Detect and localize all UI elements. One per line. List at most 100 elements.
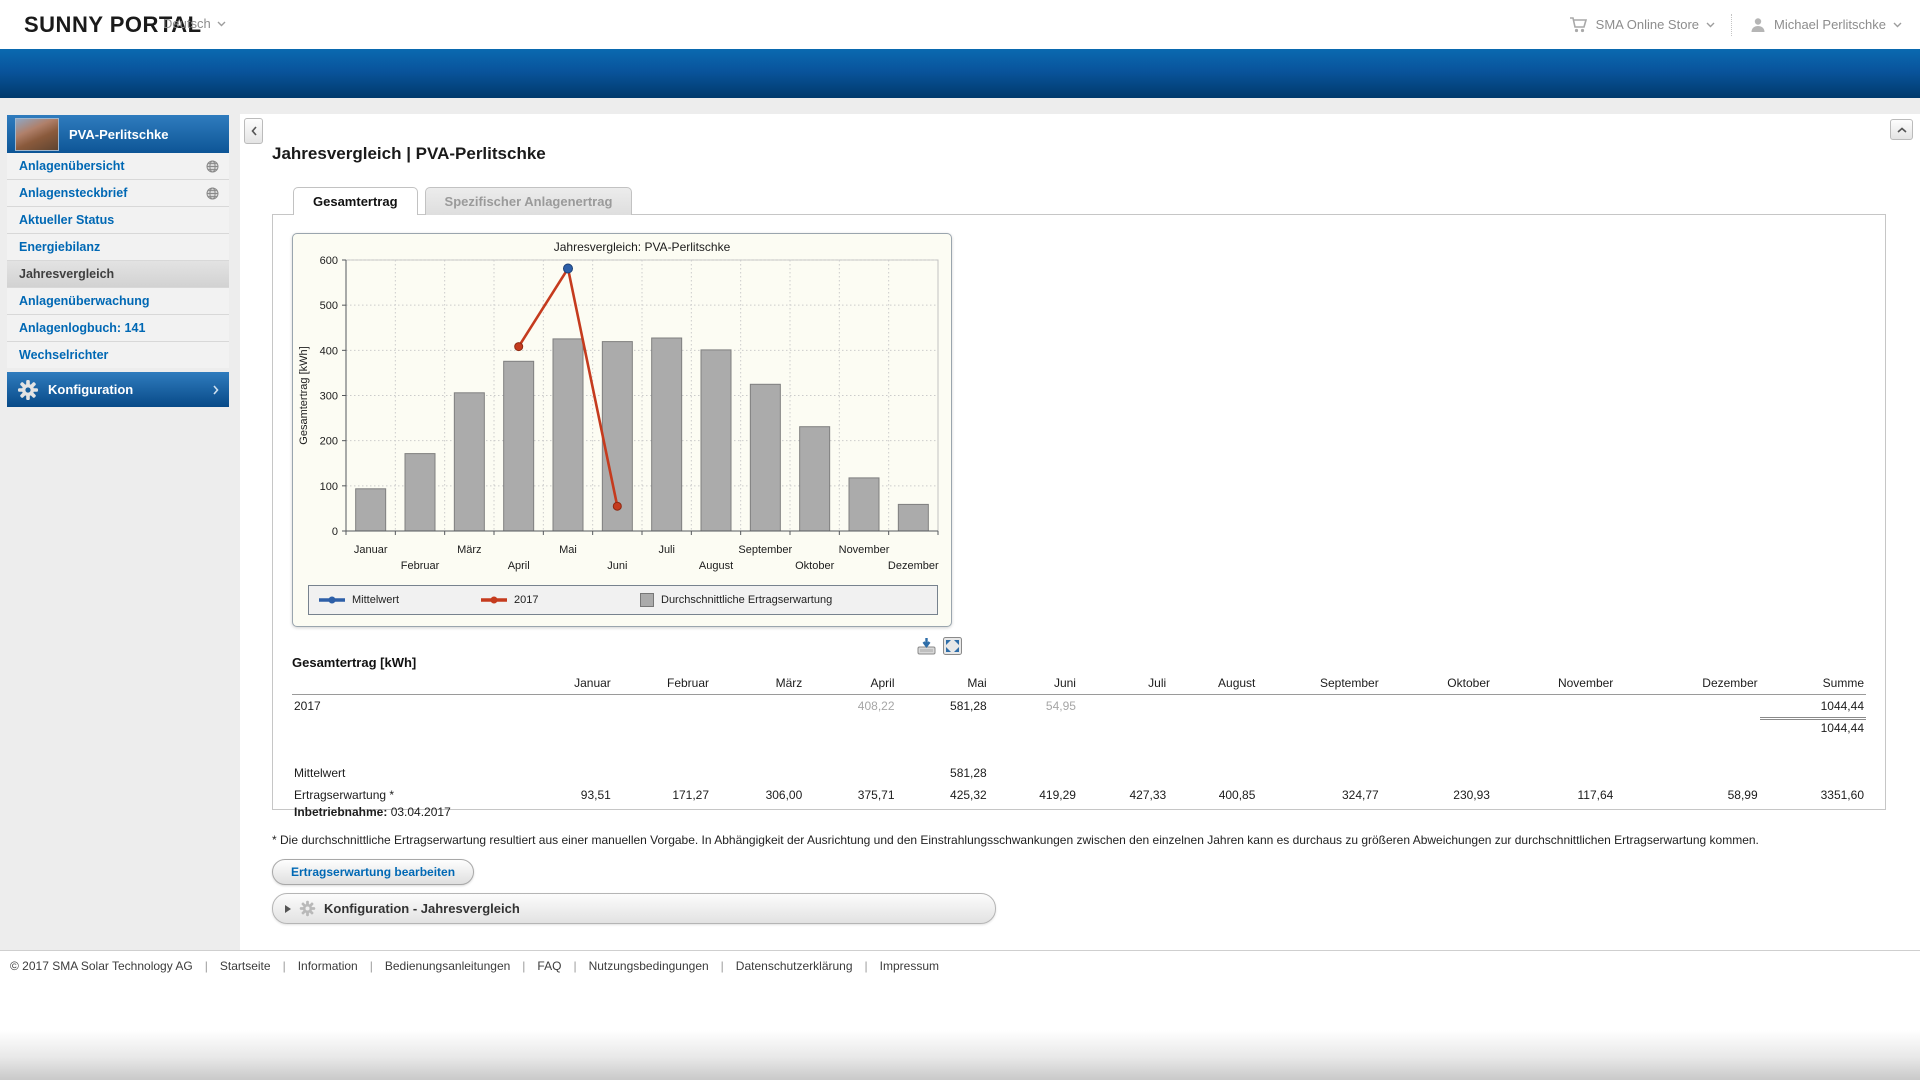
config-panel-toggle[interactable]: Konfiguration - Jahresvergleich [272,893,996,924]
table-row: 2017408,22581,2854,951044,44 [292,695,1866,719]
plant-thumbnail [15,118,59,151]
sidebar-item-aktueller-status[interactable]: Aktueller Status [7,206,229,233]
chevron-down-icon [217,21,226,27]
sidebar-item-anlagenuebersicht[interactable]: Anlagenübersicht [7,153,229,179]
bar-Mai [553,339,583,531]
tab-spezifischer-anlagenertrag[interactable]: Spezifischer Anlagenertrag [425,187,633,215]
table-cell [804,719,896,740]
cart-icon [1569,16,1589,34]
svg-text:100: 100 [320,481,338,493]
bar-Januar [356,489,386,531]
sidebar-item-label: Anlagenübersicht [19,159,206,173]
table-cell: 1044,44 [1760,719,1866,740]
table-cell [1615,719,1759,740]
table-cell [1168,752,1257,784]
collapse-sidebar-button[interactable] [244,118,263,144]
sma-online-store-menu[interactable]: SMA Online Store [1569,16,1715,34]
column-header: Mai [897,673,989,695]
footer-link[interactable]: Bedienungsanleitungen [385,959,510,973]
language-dropdown[interactable]: Deutsch [163,16,226,31]
legend-label: Mittelwert [352,594,399,606]
table-cell [804,752,896,784]
footer-separator: | [721,959,724,973]
sidebar-item-wechselrichter[interactable]: Wechselrichter [7,341,229,368]
user-menu[interactable]: Michael Perlitschke [1749,16,1902,34]
sidebar-item-jahresvergleich[interactable]: Jahresvergleich [7,260,229,287]
tab-gesamtertrag[interactable]: Gesamtertrag [293,187,418,215]
scroll-up-button[interactable] [1890,119,1913,140]
globe-icon [206,187,219,200]
table-cell [1078,719,1168,740]
footer-link[interactable]: Impressum [880,959,939,973]
tab-bar: Gesamtertrag Spezifischer Anlagenertrag [293,187,632,215]
table-row: Mittelwert581,28 [292,752,1866,784]
content-panel: Jahresvergleich | PVA-Perlitschke Gesamt… [240,114,1920,950]
row-label: Ertragserwartung *Inbetriebnahme: 03.04.… [292,784,518,823]
column-header: April [804,673,896,695]
bar-Juli [652,338,682,531]
sidebar-item-konfiguration[interactable]: Konfiguration [7,372,229,407]
table-cell [518,695,613,719]
row-label: Mittelwert [292,752,518,784]
footer-link[interactable]: Startseite [220,959,271,973]
svg-text:Jahresvergleich: PVA-Perlitsch: Jahresvergleich: PVA-Perlitschke [554,240,731,254]
table-cell: 54,95 [989,695,1078,719]
column-header: Dezember [1615,673,1759,695]
chart-legend: Mittelwert2017Durchschnittliche Ertragse… [308,585,938,615]
sidebar-item-anlagenlogbuch[interactable]: Anlagenlogbuch: 141 [7,314,229,341]
row-label: 2017 [292,695,518,719]
table-cell: 58,99 [1615,784,1759,823]
export-chart-icon[interactable] [917,637,936,655]
sidebar-item-anlagensteckbrief[interactable]: Anlagensteckbrief [7,179,229,206]
table-cell [711,695,804,719]
fullscreen-chart-icon[interactable] [943,637,962,655]
bar-März [454,393,484,531]
footer-link[interactable]: Information [298,959,358,973]
sidebar-item-energiebilanz[interactable]: Energiebilanz [7,233,229,260]
column-header: Oktober [1381,673,1492,695]
svg-text:August: August [699,560,733,572]
edit-yield-expectation-button[interactable]: Ertragserwartung bearbeiten [272,859,474,885]
column-header: August [1168,673,1257,695]
expand-arrow-icon [285,905,291,913]
footer-link[interactable]: Datenschutzerklärung [736,959,853,973]
table-cell: 171,27 [613,784,711,823]
table-cell: 419,29 [989,784,1078,823]
legend-bar-swatch [640,593,654,607]
sidebar-item-anlagenueberwachung[interactable]: Anlagenüberwachung [7,287,229,314]
table-cell [1492,719,1615,740]
point-mittelwert [564,264,573,273]
legend-label: 2017 [514,594,538,606]
table-cell [1078,695,1168,719]
sidebar-item-label: Anlagensteckbrief [19,186,206,200]
footer-separator: | [573,959,576,973]
legend-line-swatch [319,595,345,605]
table-cell [1257,719,1380,740]
divider [1731,14,1733,36]
bar-April [504,361,534,531]
table-cell [989,752,1078,784]
table-cell [518,719,613,740]
content-box: Jahresvergleich: PVA-Perlitschke01002003… [272,214,1886,810]
user-icon [1749,16,1767,34]
svg-text:März: März [457,544,481,556]
table-cell [711,752,804,784]
table-cell: 400,85 [1168,784,1257,823]
footer-link[interactable]: FAQ [537,959,561,973]
column-header: November [1492,673,1615,695]
column-header: März [711,673,804,695]
svg-text:September: September [738,544,792,556]
sidebar-plant-header[interactable]: PVA-Perlitschke [7,115,229,153]
svg-text:600: 600 [320,255,338,267]
table-cell [1760,752,1866,784]
column-header: Summe [1760,673,1866,695]
table-cell [613,695,711,719]
svg-text:Gesamtertrag [kWh]: Gesamtertrag [kWh] [298,346,310,444]
footer-separator: | [370,959,373,973]
footer-link[interactable]: Nutzungsbedingungen [589,959,709,973]
footer-links: © 2017 SMA Solar Technology AG|Startseit… [10,959,939,973]
table-row: 1044,44 [292,719,1866,740]
column-header: Februar [613,673,711,695]
table-cell [613,719,711,740]
language-label: Deutsch [163,16,211,31]
